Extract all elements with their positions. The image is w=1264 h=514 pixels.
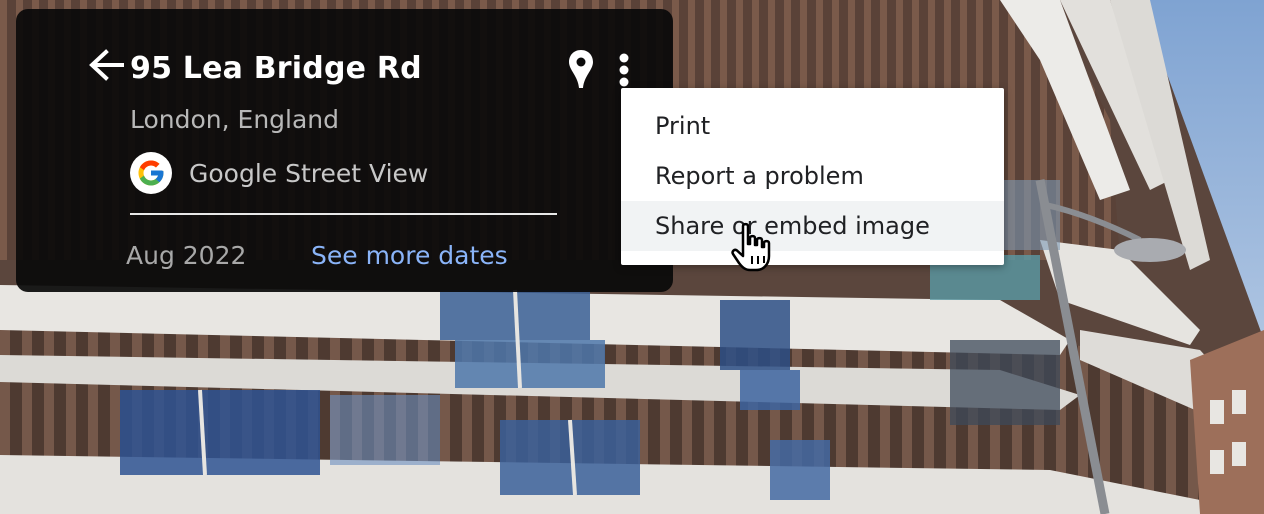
overflow-menu: Print Report a problem Share or embed im… (621, 88, 1004, 265)
arrow-back-icon (89, 49, 124, 81)
location-info-card: 95 Lea Bridge Rd London, England Google … (16, 9, 673, 292)
map-pin-icon (569, 50, 593, 88)
back-button[interactable] (84, 43, 128, 87)
map-pin-button[interactable] (566, 47, 596, 91)
capture-date: Aug 2022 (126, 241, 247, 270)
google-g-logo (130, 152, 172, 194)
more-vert-icon (619, 53, 629, 87)
menu-item-report-problem[interactable]: Report a problem (621, 151, 1004, 201)
see-more-dates-link[interactable]: See more dates (311, 241, 508, 270)
menu-item-print[interactable]: Print (621, 101, 1004, 151)
location-subtitle: London, England (130, 105, 340, 134)
provider-label: Google Street View (189, 158, 429, 188)
menu-item-share-embed[interactable]: Share or embed image (621, 201, 1004, 251)
location-title: 95 Lea Bridge Rd (130, 51, 422, 86)
imagery-provider: Google Street View (130, 152, 428, 194)
card-divider (130, 213, 557, 215)
